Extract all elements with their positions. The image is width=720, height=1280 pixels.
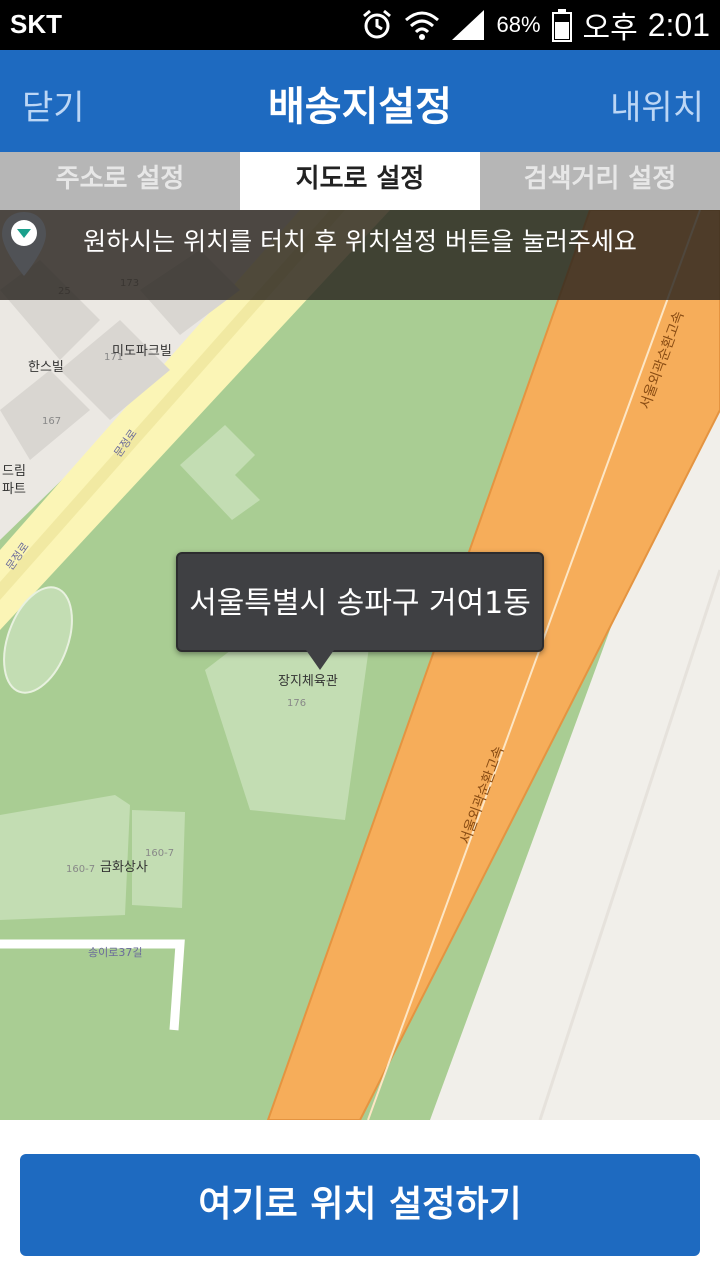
tab-bar: 주소로 설정 지도로 설정 검색거리 설정 <box>0 152 720 210</box>
bottom-bar: 여기로 위치 설정하기 <box>0 1120 720 1280</box>
time: 2:01 <box>647 6 710 43</box>
map-canvas <box>0 210 720 1120</box>
alarm-icon <box>363 9 392 39</box>
map-label-hansvil: 한스빌 <box>28 360 64 375</box>
status-icons: 68% 오후 2:01 <box>360 4 710 46</box>
tab-search-distance[interactable]: 검색거리 설정 <box>480 152 720 210</box>
battery-icon <box>551 9 572 42</box>
location-pin-icon[interactable] <box>0 210 48 278</box>
map-view[interactable]: 한스빌 미도파크빌 드림 파트 장지체육관 금화상사 송이로37길 문정로 문정… <box>0 210 720 1120</box>
my-location-button[interactable]: 내위치 <box>610 80 704 129</box>
map-label-geumhwa: 금화상사 <box>100 860 148 875</box>
tab-map[interactable]: 지도로 설정 <box>240 152 480 210</box>
wifi-icon <box>405 11 440 40</box>
battery-percent: 68% <box>496 12 541 37</box>
address-tooltip: 서울특별시 송파구 거여1동 <box>176 552 544 652</box>
set-location-button[interactable]: 여기로 위치 설정하기 <box>20 1154 700 1256</box>
map-hint-banner: 원하시는 위치를 터치 후 위치설정 버튼을 눌러주세요 <box>0 210 720 300</box>
carrier-label: SKT <box>10 9 62 39</box>
signal-icon <box>452 10 485 40</box>
title-bar: 닫기 배송지설정 내위치 <box>0 50 720 152</box>
map-label-lot-160-7a: 160-7 <box>66 864 96 875</box>
map-label-songi-road: 송이로37길 <box>88 946 143 959</box>
map-label-lot-176: 176 <box>287 698 307 709</box>
status-bar: SKT 68% 오후 2:01 <box>0 0 720 50</box>
map-label-dream: 드림 <box>2 464 26 479</box>
map-label-lot-171: 171 <box>104 352 124 363</box>
tooltip-tail <box>306 650 334 670</box>
map-label-jangji-gym: 장지체육관 <box>278 674 338 689</box>
map-label-lot-160-7b: 160-7 <box>145 848 175 859</box>
tab-address[interactable]: 주소로 설정 <box>0 152 240 210</box>
map-label-lot-167: 167 <box>42 416 62 427</box>
map-label-apt: 파트 <box>2 482 26 497</box>
time-ampm: 오후 <box>582 11 638 46</box>
